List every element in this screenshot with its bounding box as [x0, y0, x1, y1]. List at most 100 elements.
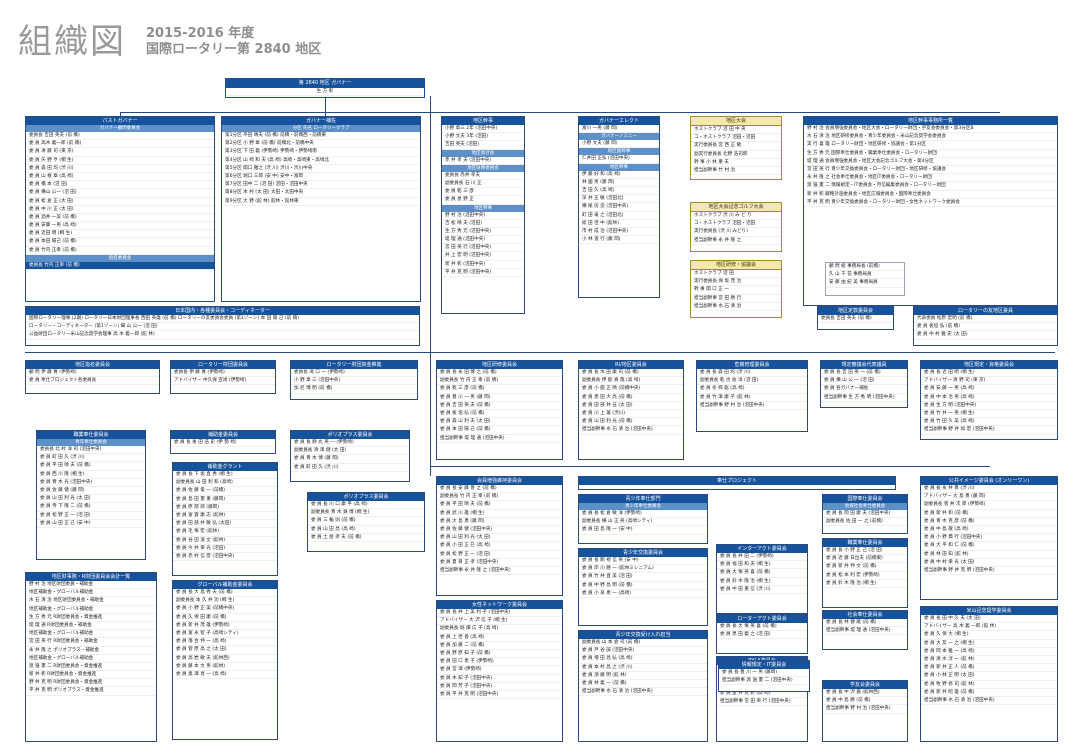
member-row: 委 員 松 本 利 宏 (伊勢崎)	[823, 572, 907, 580]
committee-box: 規定審議会代表議員委 員 長 吉 田 英 一 (前 橋) 委 員 横 山 公 一 …	[820, 360, 908, 408]
member-row: 委 員 竹 井 一 男 (桐 生)	[921, 410, 1057, 419]
member-row: 委 員 長 安 藤 善 之 (前 橋)	[437, 485, 562, 494]
member-row: 委 員 板 垣 弘 (前 橋)	[437, 410, 562, 419]
member-row: 公益財団ロータリー米山記念奨学会理事 高 木 義一郎 (館 林)	[26, 331, 419, 340]
member-row: 担当副幹事 生 方 秀 明 (沼田中央)	[821, 394, 907, 402]
committee-box: 顧 問 総 事務局長 (前橋) 久 山 千 花 事務局員安 藤 由 紀 美 事務局…	[825, 262, 905, 296]
member-row: 委 員 富 永 智 子 (高崎シティ)	[173, 630, 277, 639]
member-row: 委 員 長 川 口 康 平 (高 崎)	[308, 501, 424, 510]
member-row: 委 員 中 島 敬 (高 崎)	[921, 526, 1057, 535]
member-row: 実行委員長 保 坂 茂 治	[691, 278, 781, 287]
member-row: 委 員 各ガバナー補佐	[821, 385, 907, 394]
committee-box: RI/地区委員会委 員 長 水 田 康 司 (前 橋) 副委員長 伊 能 真 哉 …	[578, 360, 684, 460]
committee-title: RI/地区委員会	[579, 361, 683, 369]
committee-title: 日本国内・各種委員会・コーディネーター	[26, 307, 419, 315]
member-row: 副委員長 菅 井 次 郎 (伊勢崎)	[921, 501, 1057, 510]
member-row: 委 員 山 田 利 光 (太 田)	[437, 534, 562, 543]
member-row: 委 員 大 島 勇 (藤 岡)	[437, 518, 562, 526]
member-row: 担当副幹事 野 井 克 明 (沼田中央)	[921, 567, 1057, 576]
committee-title: 危機管理委員会	[697, 361, 807, 369]
member-row: 小野 文夫 (藤 岡)	[579, 140, 659, 149]
committee-box: 米山記念奨学委員会委 員 長 田 中 久 夫 (太 田) アドバイザー 高 木 義…	[920, 606, 1058, 742]
member-row: 実行委員長 (渋 川 みどり)	[691, 228, 781, 237]
member-row: 委 員 小 鹿 正 晴 (前橋中央)	[579, 385, 683, 394]
member-row: 委 員 木 知 子 (沼田中央)	[437, 675, 562, 683]
member-row: 委 員 中 本 治 男 (高 崎)	[921, 394, 1057, 402]
member-row: 委 員 中 川 正 (太 田)	[26, 206, 214, 214]
committee-box: 職業奉仕委員会委 員 長 小 野 正 己 (沼 田) 委 員 近 藤 日出夫 (前…	[822, 538, 908, 608]
connector-line	[120, 112, 1000, 113]
member-row: 地区補助金・グローバル補助金	[26, 589, 156, 598]
governor-box: 第 2840 地区 ガバナー 生 方 彰	[225, 78, 425, 98]
committee-box: 青少年奉仕部門 青少年奉仕委員会委 員 長 松 倉 敏 洋 (伊勢崎) 副委員長 横…	[578, 494, 708, 544]
member-row: 委 員 清 水 淳 一 (館 林)	[921, 656, 1057, 665]
committee-box: 国際奉仕委員会 地域社会奉仕委員会委 員 長 岡 田 康 夫 (沼田中央) 副委員長…	[822, 494, 908, 534]
member-row: 委 員 長 永 田 博 之 (前 橋)	[437, 369, 562, 378]
member-row: 新 井 彰 R財団委員会・資金推進	[26, 671, 156, 680]
member-row: 仁井田 正弘 (沼田中央)	[579, 155, 659, 164]
member-row: 副委員長 竹 内 正 幸 (前 橋)	[437, 493, 562, 502]
member-row: 委 員 黒 田 大 亮 (前 橋)	[579, 394, 683, 402]
member-row: 市 村 成 治 (沼田中央)	[579, 228, 659, 237]
member-row: 委 員 本田 陽己 (前 橋)	[26, 238, 214, 247]
member-row: 担当副幹事 竹 村 治	[691, 167, 781, 176]
member-row: 委 員 佐 藤 俊 一 (前橋)	[173, 487, 277, 496]
member-row: 担当副幹事 野 村 治 (沼田中央)	[697, 402, 807, 410]
committee-title: 青少年交換受け入れ担当	[579, 631, 707, 639]
committee-box: 職業奉仕委員会 青年奉仕委員会 委員長 北 村 洋 司 (沼田中央) 委 員 町 田 …	[36, 430, 146, 560]
member-row: 委 員 星 野 正	[442, 196, 524, 205]
committee-box: 地区定款委員会 委員長 吉田 英夫 (前 橋)	[817, 306, 894, 330]
member-row: 委 員 新 井 正 人 (前 橋)	[921, 664, 1057, 673]
member-row: 委 員 松 倉 正 (太 田)	[26, 198, 214, 206]
member-row: 副委員長 石 川 正	[442, 180, 524, 189]
committee-title: 補助金委員会	[171, 431, 275, 439]
member-row: 副委員長 堀 畑 広 子 (高 崎)	[437, 625, 562, 634]
committee-box: 日本国内・各種委員会・コーディネーター 国際ロータリー理事 (2期) ロータリー日…	[25, 306, 420, 346]
member-row: 委 員 長 小 野 正 己 (沼 田)	[823, 547, 907, 556]
section-title: 青少年奉仕委員会	[579, 503, 707, 510]
member-row: 委 員 長 田 中 久 夫 (太 田)	[921, 615, 1057, 624]
committee-box: 会員増強維持委員会委 員 長 安 藤 善 之 (前 橋) 副委員長 竹 内 正 幸…	[436, 476, 563, 596]
member-row: 委 員 青 木 光 (沼田中央)	[37, 479, 145, 487]
member-row: 幹 事 小 林 重 夫	[691, 159, 781, 167]
member-row: 委 員 上 佳 香 (高 崎)	[437, 634, 562, 642]
member-row: 委 員 西 川 隆 (桐 生)	[37, 471, 145, 479]
member-row: 委 員 平 井 克 明 (沼田中央)	[437, 691, 562, 700]
member-row: 委 員 近 藤 日出夫 (前橋東)	[823, 555, 907, 564]
member-row: 委 員 松 野 正 一 (沼 田)	[37, 512, 145, 520]
member-row: 委 員 冬 柿 聡 (高 崎)	[697, 385, 807, 394]
member-row: アドバイザー 清 野 司 (東 京)	[921, 377, 1057, 386]
member-row: 生 方 秀 元 (沼田中央)	[442, 228, 524, 237]
section-title: 分区 氏名 ロータリークラブ	[222, 125, 420, 132]
section-title: ガバナーノミニー	[579, 133, 659, 141]
member-row: 小 野 章 三 (沼田中央)	[291, 377, 417, 386]
member-row: 委 員 田 島 隆 一 (安 中)	[579, 526, 707, 535]
committee-box: 補助金委員会委 員 長 後 田 浩 史 (伊 勢 崎)	[170, 430, 276, 454]
member-row: 委 員 小 林 正 明 (太 田)	[921, 672, 1057, 681]
committee-title: 地区幹事	[442, 117, 524, 125]
member-row: 担当副幹事 宮 田 勝 行	[691, 295, 781, 303]
member-row: 委 員 鈴 木 隆 治 (桐 生)	[717, 578, 807, 586]
member-row: 委 員 乾 三 彦	[442, 188, 524, 197]
member-row: 委 員 中 野 昌 明 (前 橋)	[579, 582, 707, 590]
member-row: 総 田 佳 中 (館林)	[579, 220, 659, 228]
member-row: 第5分区 関口 雅之 (渋 川) 渋川・渋川中央	[222, 165, 420, 173]
member-row: 委 員 平 田 晴 夫 (前 橋)	[437, 501, 562, 510]
committee-title: 職業奉仕委員会	[37, 431, 145, 439]
committee-title: ポリオプラス委員会	[291, 431, 409, 439]
committee-box: 地区財事務・R財団委員会会計一覧野 村 治 地区財団委員・補助金 地区補助金・グロ…	[25, 572, 157, 742]
committee-box: 補助金グラント委 員 長 下 坂 直 秀 (桐 生) 副委員長 山 田 利 和 (…	[172, 462, 278, 576]
member-row: 委 員 大 友 一 之 (桐 生)	[921, 640, 1057, 648]
committee-title: 地区定款委員会	[818, 307, 893, 315]
member-row: 委 員 加 藤 二 (前 橋)	[437, 642, 562, 650]
member-row: 委 員 竹 澤 康 子 (館 林)	[697, 394, 807, 402]
member-row: 委 員 谷 田 道 丈 (館林)	[173, 537, 277, 545]
connector-line	[25, 352, 1055, 353]
member-row: 委 員 今 井 幸 光 (沼田)	[173, 545, 277, 553]
member-row: 委 員 横山 公一 (沼 田)	[26, 189, 214, 198]
member-row: 委 員 新 井 伸 文 (前 橋)	[823, 563, 907, 572]
member-row: 委員長 滝 口 一 (伊勢崎)	[291, 369, 417, 378]
member-row: 吉 田 久 (高 崎)	[579, 187, 659, 196]
member-row: 委 員 竹内 正幸 (前 橋)	[26, 247, 214, 255]
committee-box: ロータリー財団資金推進 委員長 滝 口 一 (伊勢崎) 小 野 章 三 (沼田中央)…	[290, 360, 418, 400]
